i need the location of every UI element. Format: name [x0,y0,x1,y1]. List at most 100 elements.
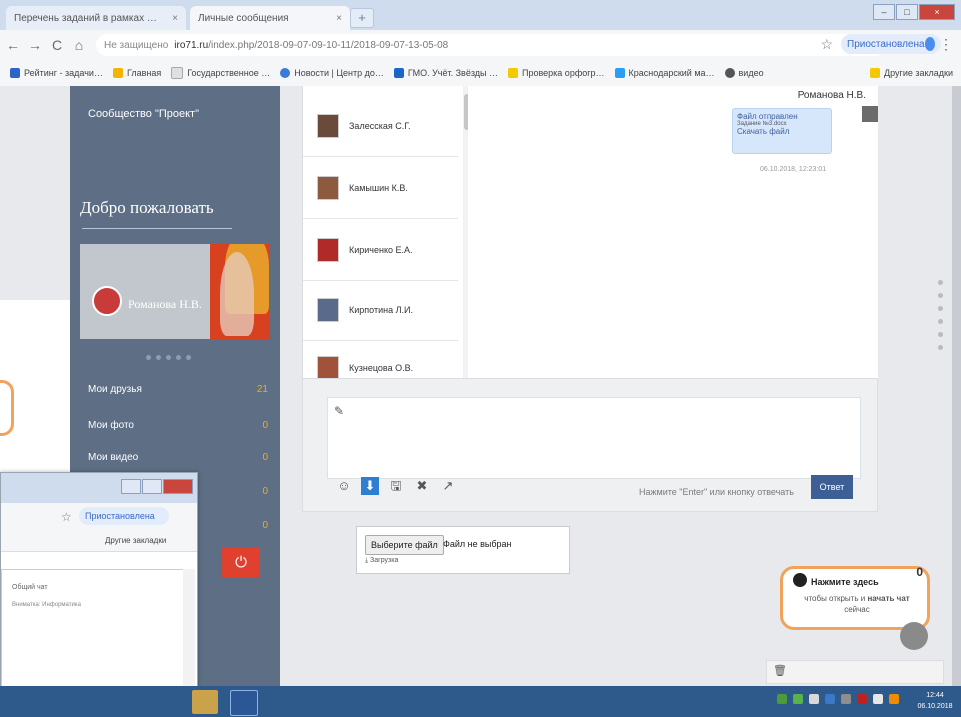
tab-label: Перечень заданий в рамках … [14,12,157,24]
sidebar-item-friends[interactable]: Мои друзья 21 [88,384,268,395]
tray-icon[interactable] [857,694,867,704]
new-tab-button[interactable]: + [350,8,374,28]
taskbar-clock[interactable]: 12:44 06.10.2018 [913,690,957,712]
count-badge: 0 [262,452,268,463]
tab-tasks[interactable]: Перечень заданий в рамках … × [6,6,186,30]
sidebar-item-label: Мои видео [88,452,139,463]
page-scrollbar[interactable] [952,86,961,686]
download-icon[interactable]: ⬇ [361,477,379,495]
word-taskbar-icon[interactable] [230,690,258,716]
sidebar-item-photos[interactable]: Мои фото 0 [88,420,268,431]
profile-name[interactable]: Романова Н.В. [128,297,202,312]
bookmark-label: Краснодарский ма… [628,68,715,78]
bookmark-item[interactable]: Рейтинг - задачи… [10,68,103,78]
bookmarks-bar: Рейтинг - задачи… Главная Государственно… [0,60,961,87]
avatar [862,106,878,122]
explorer-taskbar-icon[interactable] [192,690,218,714]
url-domain: iro71.ru [174,39,209,51]
tray-icon[interactable] [777,694,787,704]
bookmark-item[interactable]: Государственное … [171,67,270,79]
back-arrow-icon[interactable]: ← [4,37,22,53]
bookmark-label: Рейтинг - задачи… [24,68,103,78]
message-thread: Романова Н.В. Файл отправлен Задание №3.… [468,86,878,378]
live-chat-widget[interactable]: Нажмите здесь чтобы открыть и начать чат… [780,565,930,630]
bookmark-icon [508,68,518,78]
browser-tab-bar: Перечень заданий в рамках … × Личные соо… [0,0,961,30]
list-item[interactable]: Камышин К.В. [303,158,458,219]
carousel-dots[interactable] [146,355,196,360]
widget-close-button[interactable]: 0 [916,565,923,579]
bookmark-item[interactable]: Новости | Центр до… [280,68,384,78]
bookmark-icon [10,68,20,78]
sync-label: Приостановлена [847,38,925,50]
tray-icon[interactable] [889,694,899,704]
minimize-button[interactable] [121,479,141,494]
avatar [317,176,339,200]
bookmark-item[interactable]: Краснодарский ма… [614,68,715,78]
chat-bubble-button[interactable] [900,622,928,650]
other-bookmarks[interactable]: Другие закладки [870,68,953,78]
address-bar: ☆ Приостановлена [1,503,197,531]
side-pager[interactable] [930,280,950,390]
divider [82,228,232,229]
reload-icon[interactable]: C [48,37,66,53]
chat-input-bar[interactable]: 🗑 [766,660,944,684]
bookmark-icon [280,68,291,78]
list-item[interactable]: Кириченко Е.А. [303,220,458,281]
profile-sync-button[interactable]: Приостановлена [841,34,941,54]
bookmark-label: Государственное … [187,68,271,78]
url-input[interactable]: Не защищено iro71.ru /index.php/2018-09-… [96,34,886,56]
bookmark-star-icon[interactable]: ☆ [61,510,72,524]
left-chat-bubble-fragment [0,380,14,436]
minimize-button[interactable]: – [873,4,895,20]
avatar [317,238,339,262]
list-item[interactable]: Залесская С.Г. [303,96,458,157]
smile-icon[interactable]: ☺ [335,477,353,495]
sender-name: Романова Н.В. [797,90,866,101]
bookmark-star-icon[interactable]: ☆ [820,36,833,53]
bookmark-item[interactable]: ГМО. Учёт. Звёзды … [393,68,498,78]
widget-title: Нажмите здесь [811,577,879,587]
tab-messages[interactable]: Личные сообщения × [190,6,350,30]
forward-arrow-icon[interactable]: → [26,37,44,53]
tray-icon[interactable] [825,694,835,704]
choose-file-button[interactable]: Выберите файл [365,535,444,555]
tray-icon[interactable] [793,694,803,704]
maximize-button[interactable]: □ [896,4,918,20]
avatar [317,114,339,138]
list-item[interactable]: Кирпотина Л.И. [303,280,458,341]
menu-kebab-icon[interactable]: ⋮ [939,36,953,53]
upload-link[interactable]: ⤓ Загрузка [365,557,398,565]
maximize-button[interactable] [142,479,162,494]
home-icon[interactable]: ⌂ [70,37,88,53]
tab-close-icon[interactable]: × [172,13,178,24]
bookmark-item[interactable]: Главная [112,68,161,78]
close-window-button[interactable]: × [919,4,955,20]
community-title[interactable]: Сообщество "Проект" [88,108,199,120]
contact-name: Кирпотина Л.И. [349,305,413,315]
save-icon[interactable]: 🖫 [387,477,405,495]
close-window-button[interactable] [163,479,193,494]
other-bookmarks[interactable]: Другие закладки [105,536,166,545]
message-bubble: Файл отправлен Задание №3.docx Скачать ф… [732,108,832,154]
bookmark-item[interactable]: видео [724,68,764,78]
profile-sync-button[interactable]: Приостановлена [79,507,169,525]
close-circle-icon[interactable]: ✖ [413,477,431,495]
avatar[interactable] [92,286,122,316]
logout-button[interactable]: ⏻ [222,548,260,578]
external-link-icon[interactable]: ↗ [439,477,457,495]
background-browser-window[interactable]: ☆ Приостановлена Другие закладки Общий ч… [0,472,198,689]
bookmark-label: Проверка орфогр… [522,68,605,78]
sidebar-item-videos[interactable]: Мои видео 0 [88,452,268,463]
tab-close-icon[interactable]: × [336,13,342,24]
tray-icon[interactable] [809,694,819,704]
message-input[interactable]: ✎ [327,397,861,479]
download-link[interactable]: Скачать файл [737,127,827,136]
tray-icon[interactable] [841,694,851,704]
send-button[interactable]: Ответ [811,475,853,499]
panel-scrollbar[interactable] [183,569,195,688]
bookmark-item[interactable]: Проверка орфогр… [508,68,605,78]
window-controls: – □ × [872,4,955,20]
tray-icon[interactable] [873,694,883,704]
trash-icon[interactable]: 🗑 [773,664,787,677]
